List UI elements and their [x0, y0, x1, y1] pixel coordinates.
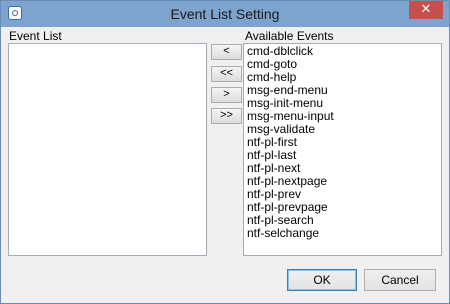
dialog-window: Event List Setting ✕ Event List < << > >…: [0, 0, 450, 304]
close-icon[interactable]: ✕: [409, 1, 443, 19]
move-one-left-button[interactable]: <: [211, 44, 242, 60]
available-events-box[interactable]: cmd-dblclick cmd-goto cmd-help msg-end-menu…: [243, 43, 442, 256]
title-bar[interactable]: Event List Setting ✕: [1, 1, 449, 27]
available-events-label: Available Events: [245, 29, 334, 43]
event-list-label: Event List: [9, 29, 62, 43]
cancel-button[interactable]: Cancel: [364, 269, 436, 291]
event-list-box[interactable]: [8, 43, 207, 256]
move-all-right-button[interactable]: >>: [211, 108, 242, 124]
list-item[interactable]: ntf-selchange: [244, 227, 441, 240]
move-all-left-button[interactable]: <<: [211, 66, 242, 82]
ok-button[interactable]: OK: [287, 269, 357, 291]
move-one-right-button[interactable]: >: [211, 87, 242, 103]
window-title: Event List Setting: [170, 6, 280, 22]
